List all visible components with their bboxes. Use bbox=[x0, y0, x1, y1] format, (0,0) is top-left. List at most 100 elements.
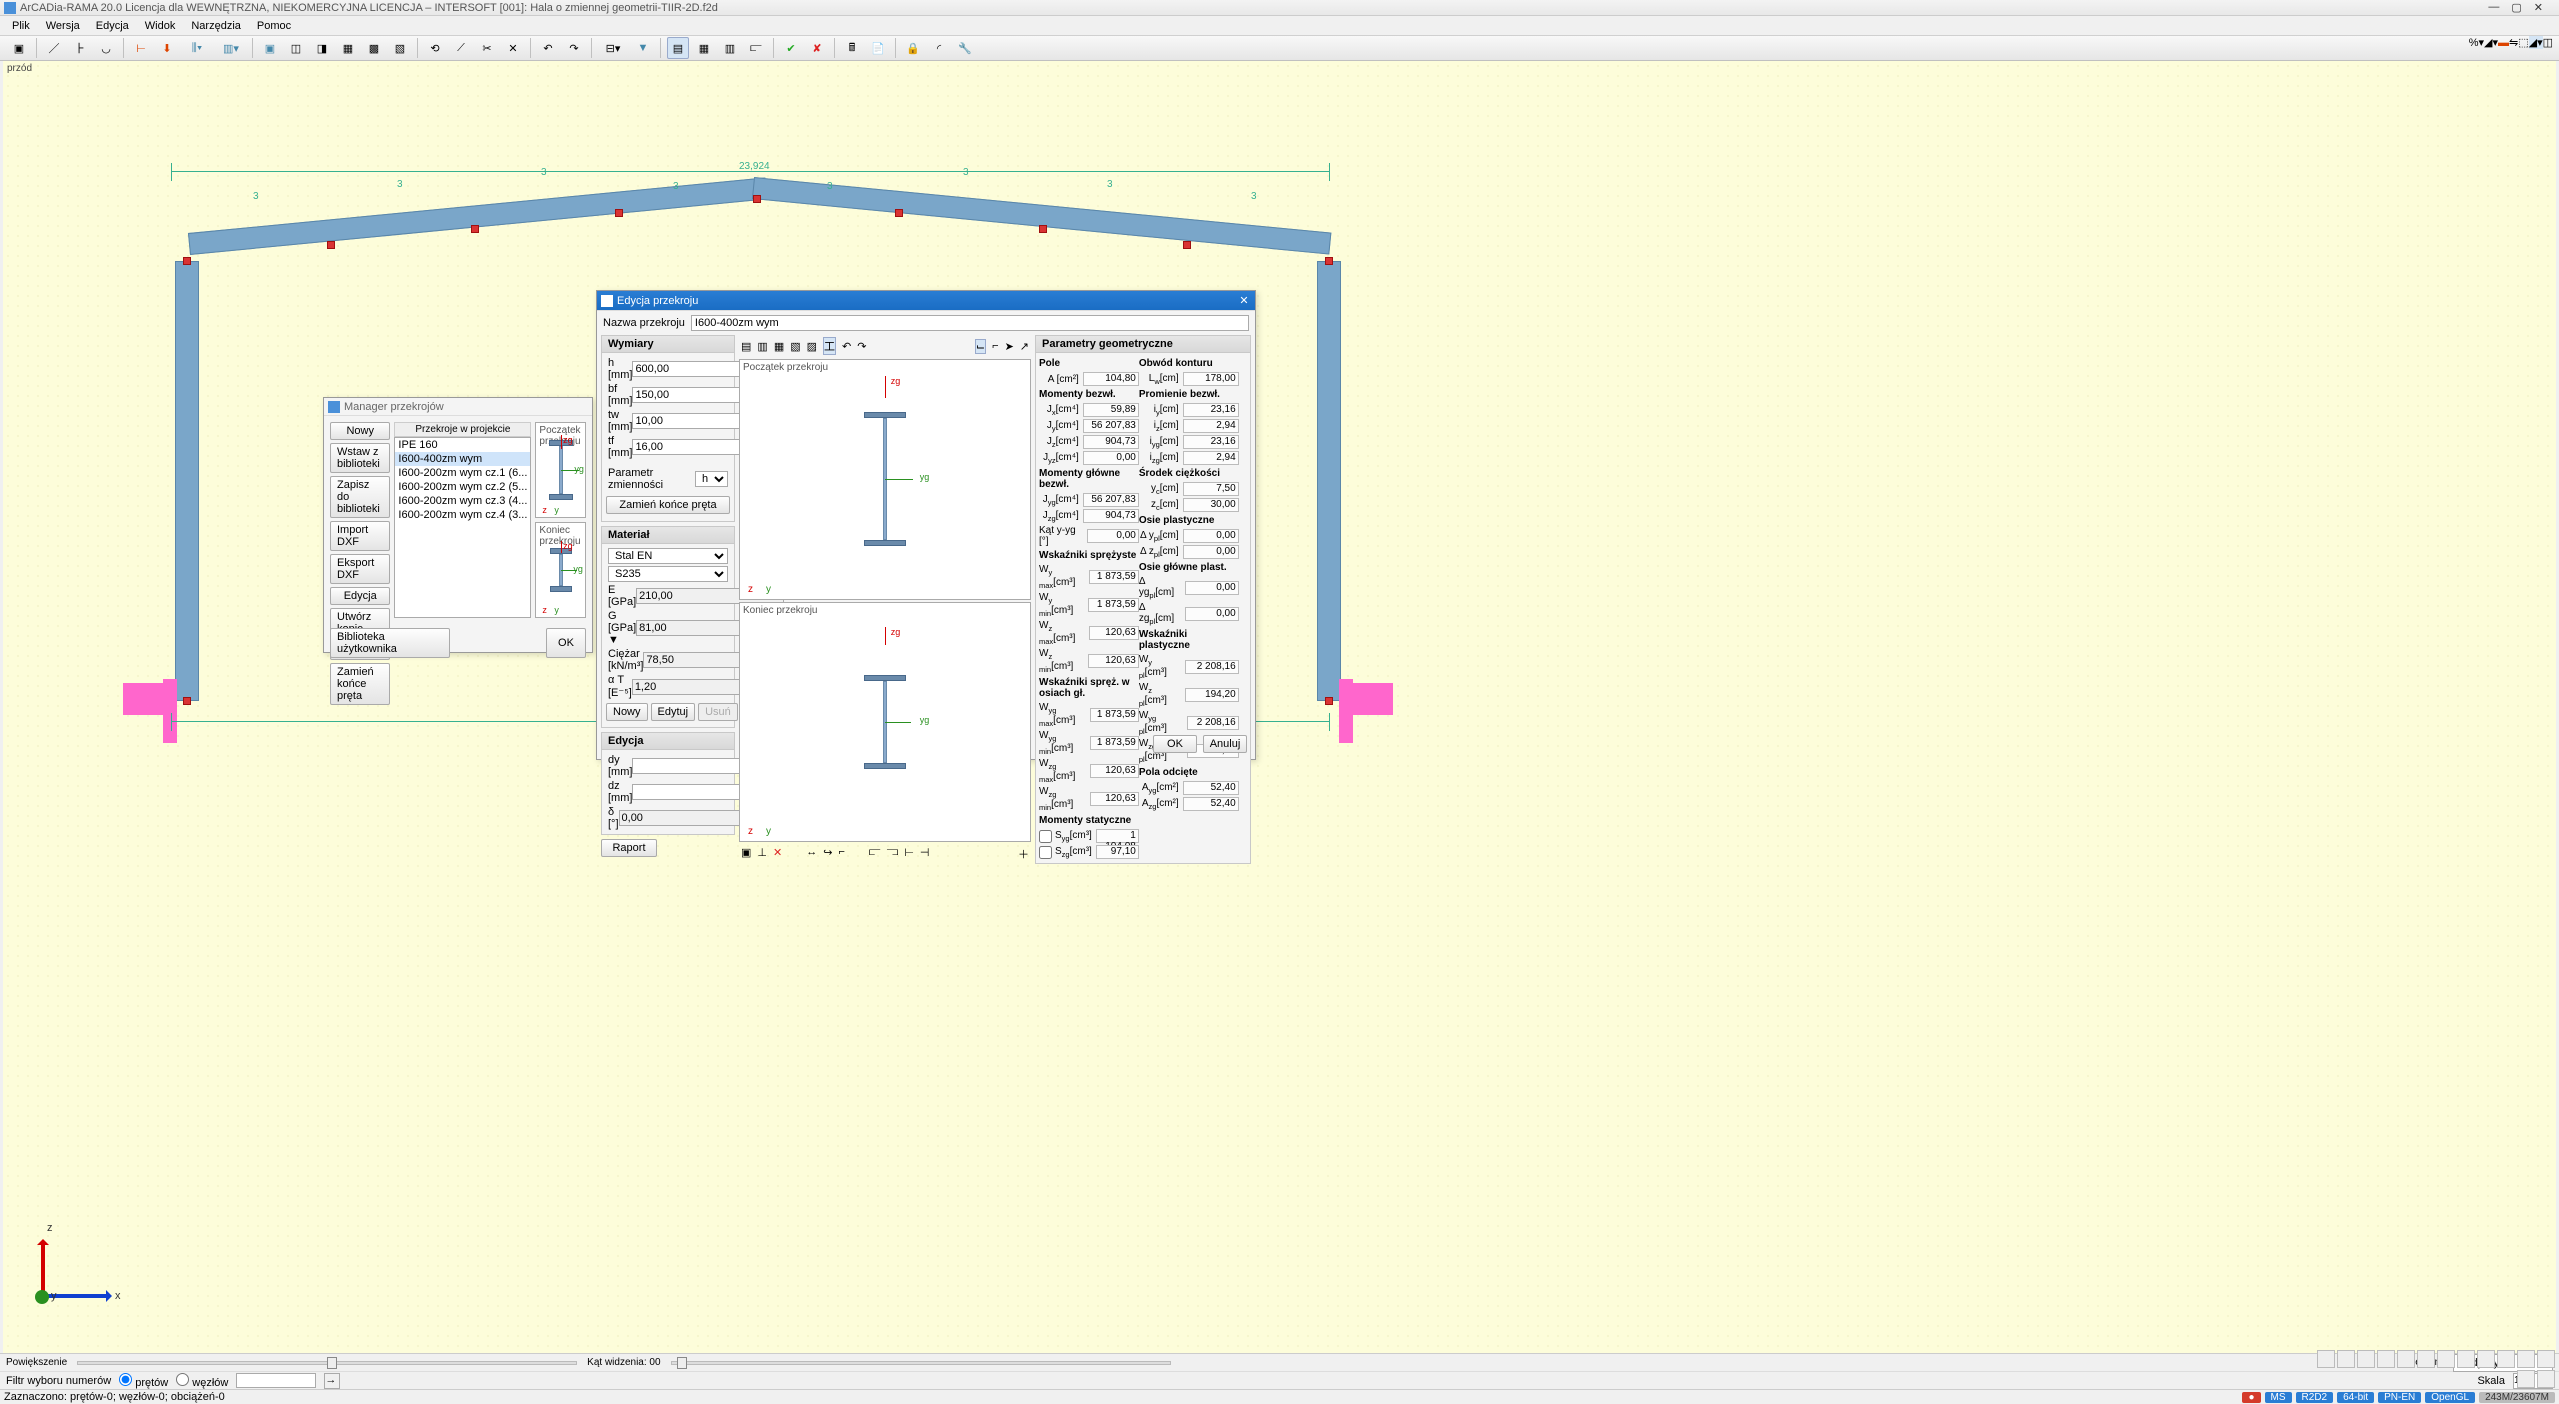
list-item[interactable]: I600-200zm wym cz.2 (5... bbox=[395, 480, 530, 494]
tool-line-icon[interactable]: ／ bbox=[43, 37, 65, 59]
wifi-icon[interactable]: ◜ bbox=[928, 37, 950, 59]
tool-measure-icon[interactable]: ⟋ bbox=[450, 37, 472, 59]
beam-right-column[interactable] bbox=[1317, 261, 1341, 701]
view-btn-8[interactable] bbox=[2457, 1350, 2475, 1368]
view-btn-12[interactable] bbox=[2537, 1350, 2555, 1368]
node[interactable] bbox=[1039, 225, 1047, 233]
user-library-button[interactable]: Biblioteka użytkownika bbox=[330, 628, 450, 658]
add-icon[interactable]: ＋ bbox=[1018, 846, 1029, 862]
view-btn-2[interactable] bbox=[2337, 1350, 2355, 1368]
view-opt1-icon[interactable]: %▾ bbox=[2469, 36, 2484, 49]
cancel-button[interactable]: Anuluj bbox=[1203, 735, 1247, 753]
view-opt4-icon[interactable]: ⇋ bbox=[2509, 36, 2518, 49]
tool-rotate-icon[interactable]: ⟲ bbox=[424, 37, 446, 59]
filter-input[interactable] bbox=[236, 1373, 316, 1388]
view-opt3-icon[interactable]: ▬ bbox=[2498, 37, 2509, 49]
filter-pretow-radio[interactable]: prętów bbox=[119, 1373, 168, 1389]
bottom-tool1-icon[interactable]: ▣ bbox=[741, 846, 751, 862]
bottom-tool8-icon[interactable]: ⫎ bbox=[887, 846, 899, 862]
dialog-title[interactable]: Manager przekrojów bbox=[324, 398, 592, 416]
angle-slider[interactable] bbox=[671, 1361, 1171, 1365]
view-btn-9[interactable] bbox=[2477, 1350, 2495, 1368]
section-tool2-icon[interactable]: ▥ bbox=[757, 340, 767, 353]
list-item[interactable]: I600-400zm wym bbox=[395, 452, 530, 466]
view-shade4-icon[interactable]: ▩ bbox=[363, 37, 385, 59]
close-button[interactable]: ✕ bbox=[2534, 1, 2543, 14]
tool-cut-icon[interactable]: ✂ bbox=[476, 37, 498, 59]
section-tool5-icon[interactable]: ▨ bbox=[807, 340, 817, 353]
undo-icon[interactable]: ↶ bbox=[842, 340, 851, 353]
view-3d-icon[interactable]: ▣ bbox=[259, 37, 281, 59]
swap-ends-button[interactable]: Zamień końce pręta bbox=[606, 496, 730, 514]
drawing-canvas[interactable]: przód 23,924 3 3 3 3 3 3 3 3 z x y bbox=[3, 61, 2556, 1364]
tool-polyline-icon[interactable]: ⺊ bbox=[69, 37, 91, 59]
section-isymmetric-icon[interactable]: 工 bbox=[823, 337, 836, 355]
export-dxf-button[interactable]: Eksport DXF bbox=[330, 554, 390, 584]
report-icon[interactable]: 📄 bbox=[867, 37, 889, 59]
view-shade1-icon[interactable]: ◫ bbox=[285, 37, 307, 59]
import-dxf-button[interactable]: Import DXF bbox=[330, 521, 390, 551]
check-err-icon[interactable]: ✘ bbox=[806, 37, 828, 59]
view-shade3-icon[interactable]: ▦ bbox=[337, 37, 359, 59]
menu-plik[interactable]: Plik bbox=[4, 18, 38, 34]
node[interactable] bbox=[183, 697, 191, 705]
view-btn-13[interactable] bbox=[2517, 1370, 2535, 1388]
edit-button[interactable]: Edycja bbox=[330, 587, 390, 605]
bottom-tool6-icon[interactable]: ⌐ bbox=[838, 846, 844, 862]
section-tool3-icon[interactable]: ▦ bbox=[774, 340, 784, 353]
node[interactable] bbox=[327, 241, 335, 249]
bottom-tool7-icon[interactable]: ⫍ bbox=[869, 846, 881, 862]
section-tool4-icon[interactable]: ▧ bbox=[790, 340, 800, 353]
view-btn-10[interactable] bbox=[2497, 1350, 2515, 1368]
node[interactable] bbox=[753, 195, 761, 203]
calc-icon[interactable]: 🖩 bbox=[841, 37, 863, 59]
beam-left-rafter[interactable] bbox=[188, 177, 767, 254]
view-shade2-icon[interactable]: ◨ bbox=[311, 37, 333, 59]
tool-pointer-icon[interactable]: ▣ bbox=[8, 37, 30, 59]
view-btn-7[interactable] bbox=[2437, 1350, 2455, 1368]
ok-button[interactable]: OK bbox=[1153, 735, 1197, 753]
view-btn-11[interactable] bbox=[2517, 1350, 2535, 1368]
view-btn-1[interactable] bbox=[2317, 1350, 2335, 1368]
redo-icon[interactable]: ↷ bbox=[563, 37, 585, 59]
bottom-tool4-icon[interactable]: ↔ bbox=[806, 846, 817, 862]
tool-delete-icon[interactable]: ✕ bbox=[502, 37, 524, 59]
view-shade5-icon[interactable]: ▧ bbox=[389, 37, 411, 59]
save-to-library-button[interactable]: Zapisz do biblioteki bbox=[330, 476, 390, 518]
menu-narzedzia[interactable]: Narzędzia bbox=[183, 18, 249, 34]
view-btn-5[interactable] bbox=[2397, 1350, 2415, 1368]
node[interactable] bbox=[471, 225, 479, 233]
minimize-button[interactable]: — bbox=[2488, 1, 2499, 14]
bottom-tool9-icon[interactable]: ⊢ bbox=[904, 846, 914, 862]
view-opt7-icon[interactable]: ◫ bbox=[2543, 36, 2553, 49]
list-item[interactable]: I600-200zm wym cz.4 (3... bbox=[395, 508, 530, 522]
tool-load-icon[interactable]: ⬇ bbox=[156, 37, 178, 59]
beam-left-column[interactable] bbox=[175, 261, 199, 701]
ok-button[interactable]: OK bbox=[546, 628, 586, 658]
node[interactable] bbox=[1325, 697, 1333, 705]
bottom-tool10-icon[interactable]: ⊣ bbox=[920, 846, 930, 862]
zoom-slider[interactable] bbox=[77, 1361, 577, 1365]
check-ok-icon[interactable]: ✔ bbox=[780, 37, 802, 59]
settings-icon[interactable]: 🔧 bbox=[954, 37, 976, 59]
undo-icon[interactable]: ↶ bbox=[537, 37, 559, 59]
panel1-icon[interactable]: ▤ bbox=[667, 37, 689, 59]
menu-pomoc[interactable]: Pomoc bbox=[249, 18, 299, 34]
menu-wersja[interactable]: Wersja bbox=[38, 18, 88, 34]
new-button[interactable]: Nowy bbox=[330, 422, 390, 440]
bottom-tool5-icon[interactable]: ↪ bbox=[823, 846, 832, 862]
view-btn-6[interactable] bbox=[2417, 1350, 2435, 1368]
filter-icon[interactable]: ▼ bbox=[632, 37, 654, 59]
view-opt2-icon[interactable]: ◢▾ bbox=[2484, 36, 2498, 49]
tool-arc-icon[interactable]: ◡ bbox=[95, 37, 117, 59]
material-class-select[interactable]: S235 bbox=[608, 566, 728, 582]
panel2-icon[interactable]: ▦ bbox=[693, 37, 715, 59]
maximize-button[interactable]: ▢ bbox=[2511, 1, 2521, 14]
node[interactable] bbox=[1325, 257, 1333, 265]
list-item[interactable]: IPE 160 bbox=[395, 438, 530, 452]
report-button[interactable]: Raport bbox=[601, 839, 657, 857]
view-mode4-icon[interactable]: ↗ bbox=[1020, 340, 1029, 353]
material-family-select[interactable]: Stal EN bbox=[608, 548, 728, 564]
view-opt6-icon[interactable]: ◢▾ bbox=[2529, 36, 2543, 49]
dialog-title[interactable]: Edycja przekroju ✕ bbox=[597, 291, 1255, 311]
